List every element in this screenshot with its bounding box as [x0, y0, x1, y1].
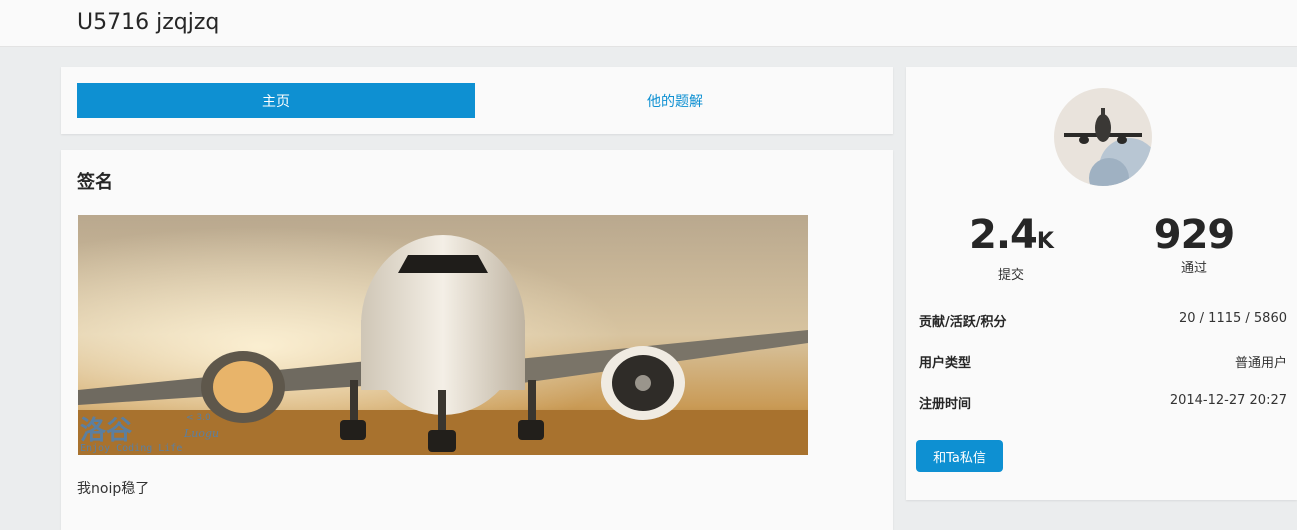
tabs-card: 主页 他的题解 [61, 67, 893, 134]
private-message-button[interactable]: 和Ta私信 [916, 440, 1003, 472]
submit-label: 提交 [997, 268, 1024, 283]
page-title: U5716 jzqjzq [77, 10, 220, 35]
logo-main-text: 洛谷 [80, 415, 133, 446]
info-key: 贡献/活跃/积分 [919, 315, 1007, 330]
logo-slogan-text: Enjoy Coding Life [80, 443, 182, 454]
info-key: 用户类型 [919, 356, 972, 371]
info-row-contribution: 贡献/活跃/积分 20 / 1115 / 5860 [919, 311, 1287, 331]
tab-solutions[interactable]: 他的题解 [476, 83, 874, 118]
profile-card: 2.4K 提交 929 通过 贡献/活跃/积分 20 / 1115 / 5860… [906, 67, 1297, 500]
signature-card: 签名 洛谷 < 3.0 Luogu Enjoy Coding Life 我noi… [61, 150, 893, 530]
avatar [1054, 88, 1152, 186]
logo-latin-text: Luogu [183, 427, 219, 440]
info-value: 2014-12-27 20:27 [1169, 393, 1287, 408]
submit-count: 2.4K [969, 212, 1054, 258]
top-bar: U5716 jzqjzq [0, 0, 1297, 47]
tab-home[interactable]: 主页 [77, 83, 475, 118]
pass-label: 通过 [1180, 261, 1207, 276]
stat-submit: 2.4K 提交 [941, 213, 1081, 283]
info-row-user-type: 用户类型 普通用户 [919, 352, 1287, 372]
info-value: 普通用户 [1234, 356, 1287, 371]
info-key: 注册时间 [919, 397, 972, 412]
info-value: 20 / 1115 / 5860 [1179, 311, 1287, 326]
logo-version-text: < 3.0 [186, 413, 211, 423]
signature-heading: 签名 [77, 172, 113, 193]
signature-image: 洛谷 < 3.0 Luogu Enjoy Coding Life [78, 215, 808, 455]
stat-pass: 929 通过 [1124, 213, 1264, 276]
pass-count: 929 [1153, 212, 1236, 258]
signature-text: 我noip稳了 [77, 481, 150, 497]
info-row-register-time: 注册时间 2014-12-27 20:27 [919, 393, 1287, 413]
